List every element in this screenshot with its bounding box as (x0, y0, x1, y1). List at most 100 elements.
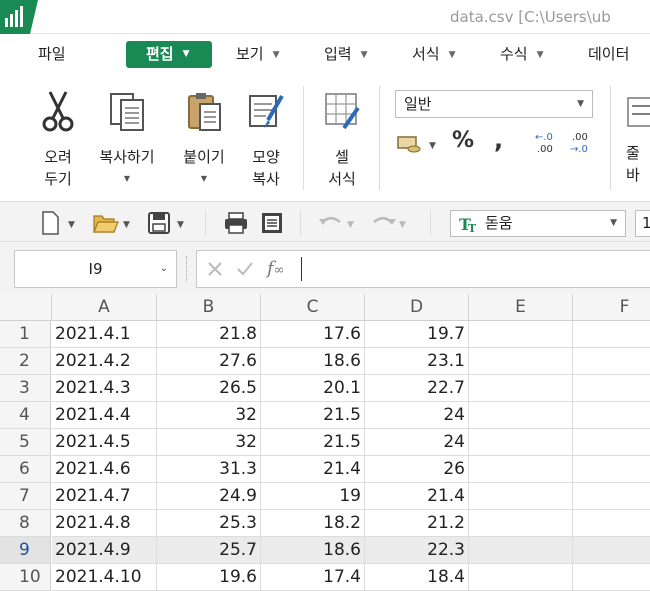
cell-d[interactable]: 22.7 (365, 375, 469, 402)
menu-formula[interactable]: 수식 ▼ (500, 34, 544, 74)
cell-format-button[interactable]: 셀 서식 (320, 90, 364, 190)
column-header-f[interactable]: F (573, 294, 650, 321)
paste-button[interactable]: 붙이기 ▼ (178, 90, 230, 190)
cell-c[interactable]: 21.4 (261, 456, 365, 483)
open-file-button[interactable]: ▼ (92, 210, 136, 236)
cell-c[interactable]: 18.6 (261, 348, 365, 375)
number-format-select[interactable]: 일반 ▼ (395, 90, 593, 118)
cell-a[interactable]: 2021.4.3 (52, 375, 157, 402)
cell-d[interactable]: 23.1 (365, 348, 469, 375)
row-header[interactable]: 6 (0, 456, 51, 483)
cell-a[interactable]: 2021.4.4 (52, 402, 157, 429)
cell-a[interactable]: 2021.4.7 (52, 483, 157, 510)
cell-e[interactable] (469, 564, 573, 591)
cell-f[interactable] (573, 402, 650, 429)
cell-a[interactable]: 2021.4.8 (52, 510, 157, 537)
comma-button[interactable]: , (494, 126, 503, 154)
formula-input[interactable]: f∞ (196, 250, 650, 288)
cell-b[interactable]: 26.5 (157, 375, 261, 402)
cell-b[interactable]: 32 (157, 429, 261, 456)
menu-view[interactable]: 보기 ▼ (236, 34, 280, 74)
cell-c[interactable]: 21.5 (261, 402, 365, 429)
cell-b[interactable]: 31.3 (157, 456, 261, 483)
cell-c[interactable]: 17.6 (261, 321, 365, 348)
cell-a[interactable]: 2021.4.5 (52, 429, 157, 456)
print-preview-button[interactable] (258, 210, 286, 236)
percent-button[interactable]: % (452, 128, 474, 153)
menu-edit[interactable]: 편집 ▼ (126, 41, 212, 68)
row-header[interactable]: 10 (0, 564, 51, 591)
cell-a[interactable]: 2021.4.6 (52, 456, 157, 483)
cell-f[interactable] (573, 375, 650, 402)
redo-button[interactable]: ▼ (368, 210, 412, 236)
select-all-corner[interactable] (0, 294, 52, 321)
cell-e[interactable] (469, 483, 573, 510)
font-name-select[interactable]: T T 돋움 ▼ (450, 210, 626, 237)
cell-e[interactable] (469, 537, 573, 564)
cell-f[interactable] (573, 564, 650, 591)
increase-decimal-button[interactable]: ←.0 .00 (533, 130, 563, 156)
undo-button[interactable]: ▼ (316, 210, 360, 236)
cell-b[interactable]: 21.8 (157, 321, 261, 348)
cell-d[interactable]: 21.4 (365, 483, 469, 510)
cell-f[interactable] (573, 321, 650, 348)
cell-d[interactable]: 21.2 (365, 510, 469, 537)
menu-format[interactable]: 서식 ▼ (412, 34, 456, 74)
cell-c[interactable]: 20.1 (261, 375, 365, 402)
name-box[interactable]: I9 ⌄ (14, 250, 177, 288)
row-header[interactable]: 9 (0, 537, 51, 564)
cell-b[interactable]: 19.6 (157, 564, 261, 591)
row-header[interactable]: 3 (0, 375, 51, 402)
cancel-formula-icon[interactable] (205, 259, 225, 283)
cell-f[interactable] (573, 537, 650, 564)
cell-a[interactable]: 2021.4.10 (52, 564, 157, 591)
cell-d[interactable]: 18.4 (365, 564, 469, 591)
cell-c[interactable]: 19 (261, 483, 365, 510)
cell-b[interactable]: 24.9 (157, 483, 261, 510)
row-header[interactable]: 7 (0, 483, 51, 510)
cell-f[interactable] (573, 483, 650, 510)
cell-d[interactable]: 24 (365, 429, 469, 456)
cell-d[interactable]: 24 (365, 402, 469, 429)
cell-f[interactable] (573, 348, 650, 375)
wrap-text-button[interactable]: 줄 바 (626, 94, 650, 186)
cell-d[interactable]: 22.3 (365, 537, 469, 564)
print-button[interactable] (222, 210, 250, 236)
cell-e[interactable] (469, 402, 573, 429)
cell-d[interactable]: 26 (365, 456, 469, 483)
column-header-e[interactable]: E (469, 294, 573, 321)
column-header-d[interactable]: D (365, 294, 469, 321)
menu-input[interactable]: 입력 ▼ (324, 34, 368, 74)
cell-b[interactable]: 27.6 (157, 348, 261, 375)
cell-f[interactable] (573, 510, 650, 537)
row-header[interactable]: 2 (0, 348, 51, 375)
confirm-formula-icon[interactable] (235, 259, 255, 283)
decrease-decimal-button[interactable]: .00 →.0 (570, 130, 600, 156)
cut-button[interactable]: 오려 두기 (36, 90, 80, 190)
cell-a[interactable]: 2021.4.1 (52, 321, 157, 348)
spreadsheet-grid[interactable]: A B C D E F 1 2021.4.1 21.8 17.6 19.7 2 … (0, 294, 650, 591)
column-header-b[interactable]: B (157, 294, 261, 321)
row-header[interactable]: 1 (0, 321, 51, 348)
cell-e[interactable] (469, 321, 573, 348)
cell-c[interactable]: 18.2 (261, 510, 365, 537)
column-header-c[interactable]: C (261, 294, 365, 321)
format-copy-button[interactable]: 모양 복사 (244, 90, 288, 190)
cell-c[interactable]: 18.6 (261, 537, 365, 564)
font-size-select[interactable]: 1 (635, 210, 650, 237)
cell-b[interactable]: 32 (157, 402, 261, 429)
menu-file[interactable]: 파일 (38, 34, 66, 74)
cell-e[interactable] (469, 429, 573, 456)
cell-a[interactable]: 2021.4.2 (52, 348, 157, 375)
cell-e[interactable] (469, 375, 573, 402)
cell-b[interactable]: 25.7 (157, 537, 261, 564)
cell-c[interactable]: 21.5 (261, 429, 365, 456)
row-header[interactable]: 4 (0, 402, 51, 429)
cell-e[interactable] (469, 510, 573, 537)
currency-format-button[interactable]: ▼ (396, 132, 440, 156)
menu-data[interactable]: 데이터 (588, 34, 629, 74)
column-header-a[interactable]: A (52, 294, 157, 321)
cell-a[interactable]: 2021.4.9 (52, 537, 157, 564)
cell-b[interactable]: 25.3 (157, 510, 261, 537)
copy-button[interactable]: 복사하기 ▼ (92, 90, 162, 190)
